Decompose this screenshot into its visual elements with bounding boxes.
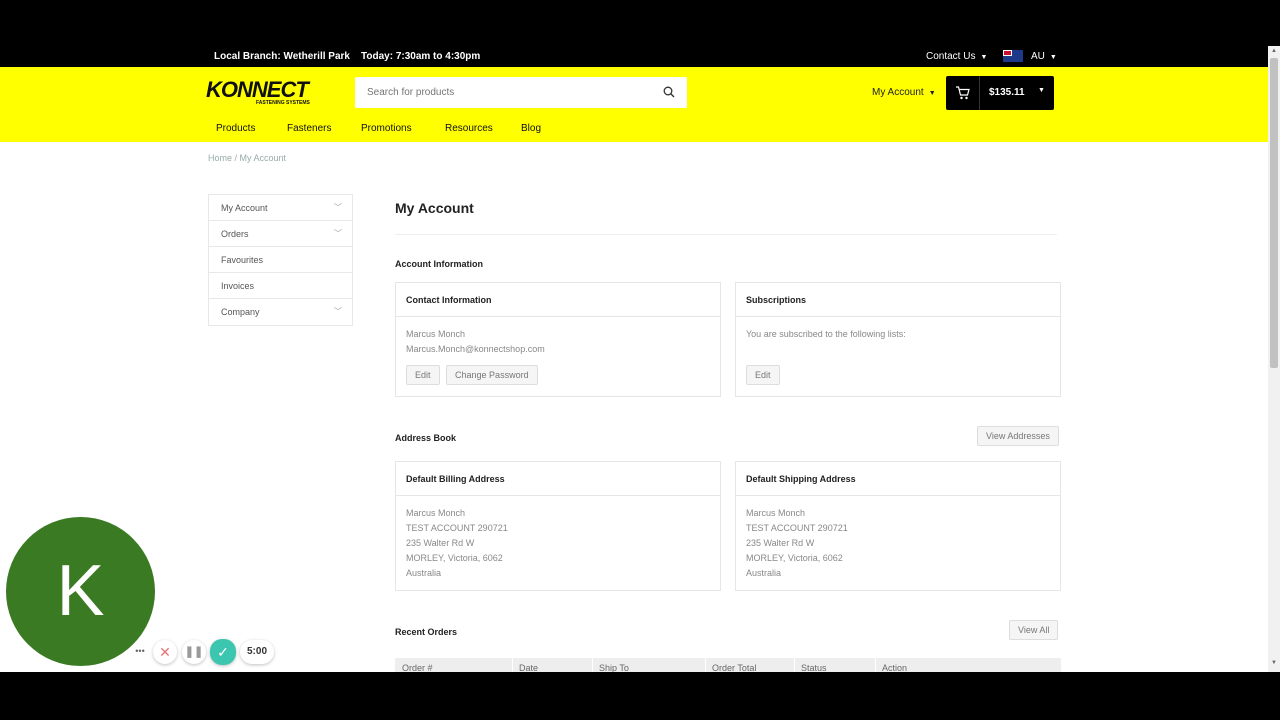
title-divider xyxy=(395,234,1057,235)
caret-down-icon: ▼ xyxy=(1049,54,1057,61)
sidebar-item-favourites[interactable]: Favourites xyxy=(209,247,352,273)
nav-products[interactable]: Products xyxy=(216,123,255,134)
konnect-logo[interactable]: KONNECT FASTENING SYSTEMS xyxy=(206,79,318,109)
my-account-label: My Account xyxy=(872,87,924,98)
subscriptions-text: You are subscribed to the following list… xyxy=(746,329,906,339)
shipping-line: Australia xyxy=(746,568,782,578)
sidebar-item-label: Favourites xyxy=(221,255,264,265)
search-box xyxy=(355,77,687,108)
sidebar-item-my-account[interactable]: My Account ﹀ xyxy=(209,195,352,221)
cart-button[interactable]: $135.11 ▼ xyxy=(946,76,1054,110)
search-icon[interactable] xyxy=(663,86,675,98)
contact-name: Marcus Monch xyxy=(406,329,466,339)
billing-line: 235 Walter Rd W xyxy=(406,538,475,548)
billing-line: MORLEY, Victoria, 6062 xyxy=(406,553,503,563)
recent-orders-heading: Recent Orders xyxy=(395,627,458,637)
address-book-heading: Address Book xyxy=(395,433,457,443)
billing-address-card: Default Billing Address Marcus Monch TES… xyxy=(395,461,721,591)
card-heading: Default Billing Address xyxy=(396,462,720,496)
vertical-scrollbar[interactable]: ▲ ▼ xyxy=(1268,46,1280,672)
sidebar-item-label: My Account xyxy=(221,203,268,213)
logo-wordmark: KONNECT xyxy=(206,77,309,102)
shipping-line: MORLEY, Victoria, 6062 xyxy=(746,553,843,563)
contact-information-card: Contact Information Marcus Monch Marcus.… xyxy=(395,282,721,397)
scrollbar-thumb[interactable] xyxy=(1270,58,1278,368)
chevron-down-icon: ﹀ xyxy=(334,229,342,238)
nav-resources[interactable]: Resources xyxy=(445,123,493,134)
account-information-heading: Account Information xyxy=(395,259,483,269)
cancel-recording-icon[interactable]: ✕ xyxy=(153,640,177,664)
australia-flag-icon[interactable] xyxy=(1003,50,1023,62)
region-label: AU xyxy=(1031,51,1045,62)
screen-frame: Local Branch: Wetherill Park Today: 7:30… xyxy=(0,0,1280,720)
pause-recording-icon[interactable]: ❚❚ xyxy=(182,640,206,664)
column-header-order-number: Order # xyxy=(402,663,433,672)
billing-line: Marcus Monch xyxy=(406,508,466,518)
caret-down-icon[interactable]: ▼ xyxy=(1038,87,1045,94)
card-heading: Contact Information xyxy=(396,283,720,317)
edit-subscriptions-button[interactable]: Edit xyxy=(746,365,780,385)
sidebar-item-invoices[interactable]: Invoices xyxy=(209,273,352,299)
caret-down-icon: ▼ xyxy=(928,90,936,97)
shopping-cart-icon xyxy=(956,86,970,100)
utility-bar: Local Branch: Wetherill Park Today: 7:30… xyxy=(0,46,1268,67)
recording-timer: 5:00 xyxy=(240,640,274,664)
view-all-orders-button[interactable]: View All xyxy=(1009,620,1059,640)
store-hours: Today: 7:30am to 4:30pm xyxy=(361,51,481,62)
caret-down-icon: ▼ xyxy=(980,54,988,61)
chevron-down-icon: ﹀ xyxy=(334,307,342,316)
column-header-action: Action xyxy=(882,663,908,672)
contact-us-dropdown[interactable]: Contact Us ▼ xyxy=(926,51,987,62)
more-options-icon[interactable]: ••• xyxy=(130,640,150,664)
shipping-line: TEST ACCOUNT 290721 xyxy=(746,523,848,533)
logo-tagline: FASTENING SYSTEMS xyxy=(256,100,310,106)
contact-us-label: Contact Us xyxy=(926,51,976,62)
shipping-line: Marcus Monch xyxy=(746,508,806,518)
page-title: My Account xyxy=(395,200,474,216)
shipping-line: 235 Walter Rd W xyxy=(746,538,815,548)
shipping-address-card: Default Shipping Address Marcus Monch TE… xyxy=(735,461,1061,591)
cart-divider xyxy=(979,76,980,110)
orders-table-header: Order # Date Ship To Order Total Status … xyxy=(395,658,1061,672)
card-heading: Subscriptions xyxy=(736,283,1060,317)
card-heading: Default Shipping Address xyxy=(736,462,1060,496)
browser-viewport: Local Branch: Wetherill Park Today: 7:30… xyxy=(0,46,1280,672)
scroll-down-arrow-icon[interactable]: ▼ xyxy=(1271,660,1277,666)
cart-total: $135.11 xyxy=(989,87,1025,98)
sidebar-item-company[interactable]: Company ﹀ xyxy=(209,299,352,325)
local-branch[interactable]: Local Branch: Wetherill Park xyxy=(214,51,350,62)
account-sidebar: My Account ﹀ Orders ﹀ Favourites Invoices … xyxy=(208,194,353,326)
nav-fasteners[interactable]: Fasteners xyxy=(287,123,331,134)
sidebar-item-label: Invoices xyxy=(221,281,255,291)
column-header-date: Date xyxy=(519,663,539,672)
change-password-button[interactable]: Change Password xyxy=(446,365,538,385)
nav-promotions[interactable]: Promotions xyxy=(361,123,412,134)
view-addresses-button[interactable]: View Addresses xyxy=(977,426,1059,446)
billing-line: Australia xyxy=(406,568,442,578)
chevron-down-icon: ﹀ xyxy=(334,203,342,212)
finish-recording-icon[interactable]: ✓ xyxy=(210,639,236,665)
billing-line: TEST ACCOUNT 290721 xyxy=(406,523,508,533)
sidebar-item-label: Company xyxy=(221,307,260,317)
sidebar-item-orders[interactable]: Orders ﹀ xyxy=(209,221,352,247)
contact-email: Marcus.Monch@konnectshop.com xyxy=(406,344,545,354)
column-header-ship-to: Ship To xyxy=(599,663,629,672)
edit-contact-button[interactable]: Edit xyxy=(406,365,440,385)
column-header-status: Status xyxy=(801,663,827,672)
column-header-order-total: Order Total xyxy=(712,663,757,672)
sidebar-item-label: Orders xyxy=(221,229,249,239)
subscriptions-card: Subscriptions You are subscribed to the … xyxy=(735,282,1061,397)
my-account-dropdown[interactable]: My Account ▼ xyxy=(872,87,936,98)
nav-blog[interactable]: Blog xyxy=(521,123,541,134)
site-header: KONNECT FASTENING SYSTEMS My Account ▼ $1… xyxy=(0,67,1268,142)
scroll-up-arrow-icon[interactable]: ▲ xyxy=(1271,48,1277,54)
search-input[interactable] xyxy=(355,77,655,108)
region-selector[interactable]: AU ▼ xyxy=(1031,51,1057,62)
breadcrumb[interactable]: Home / My Account xyxy=(208,153,286,163)
